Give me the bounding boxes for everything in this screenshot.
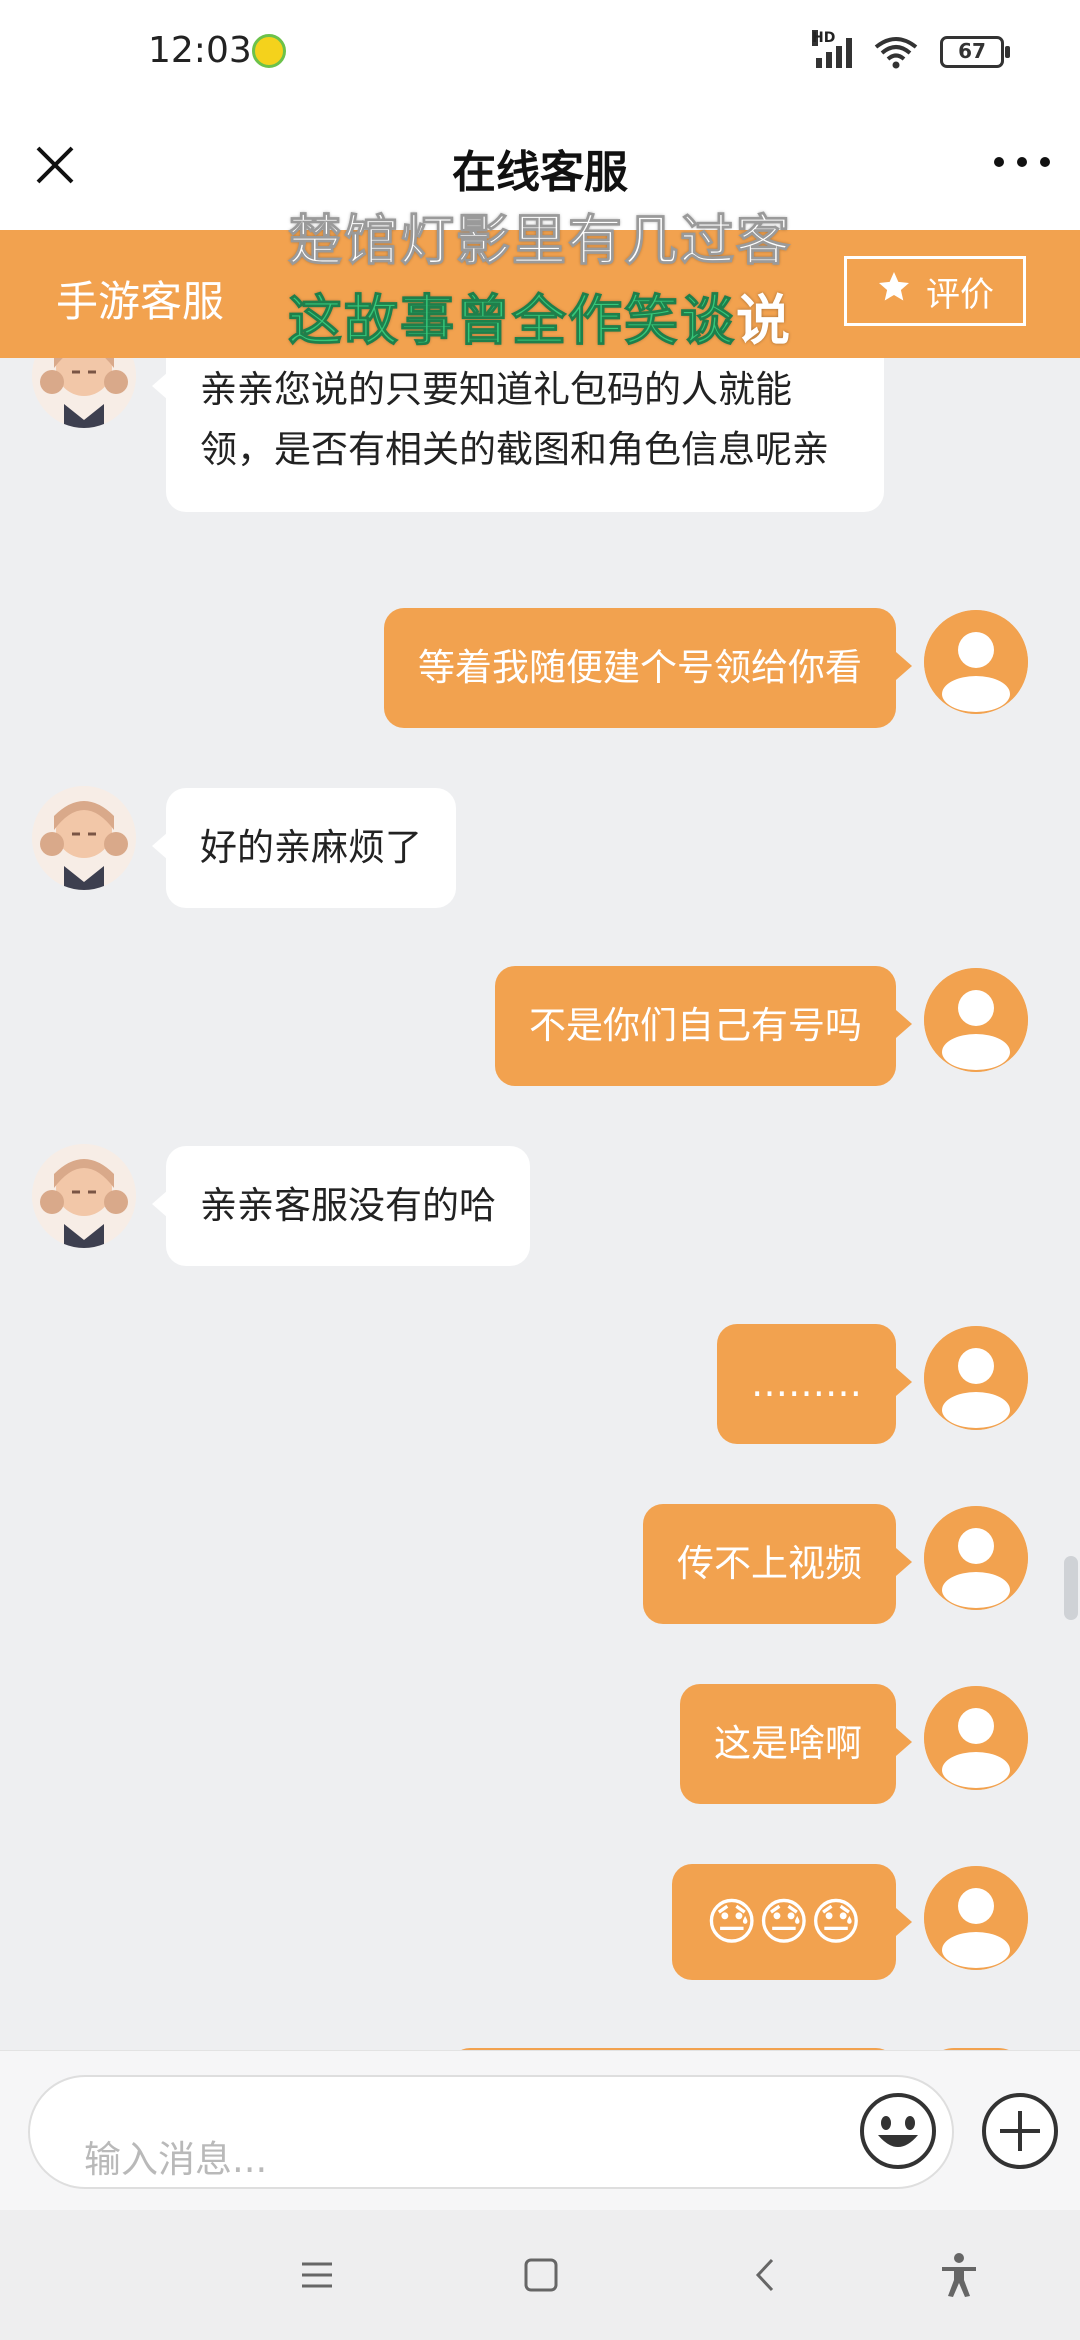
message-bubble-user: 不是你们自己有号吗	[495, 966, 912, 1086]
music-app-icon	[252, 34, 286, 68]
message-bubble-agent: 好的亲麻烦了	[152, 788, 456, 908]
message-bubble-user: 😓😓😓	[671, 1864, 913, 1980]
network-badge: HD	[812, 30, 836, 46]
agent-avatar	[32, 358, 136, 428]
lyric-line-2: 这故事曾全作笑谈说	[0, 276, 1080, 355]
lyric-line-1: 楚馆灯影里有几过客	[288, 209, 792, 273]
status-indicators: HD 67	[812, 30, 1010, 72]
message-bubble-agent: 亲亲客服没有的哈	[152, 1146, 530, 1266]
home-icon[interactable]	[516, 2250, 566, 2300]
navigation-bar	[0, 2210, 1080, 2340]
lyric-rest: 说	[736, 289, 792, 352]
accessibility-icon[interactable]	[934, 2250, 984, 2300]
input-placeholder: 输入消息...	[84, 2138, 268, 2181]
message-bubble-agent: 亲亲您说的只要知道礼包码的人就能领，是否有相关的截图和角色信息呢亲	[152, 358, 884, 512]
agent-avatar	[32, 786, 136, 890]
agent-avatar	[32, 1144, 136, 1248]
scrollbar[interactable]	[1064, 1556, 1078, 1620]
message-bubble-user: ………	[717, 1324, 912, 1444]
user-avatar	[924, 968, 1028, 1072]
emoji-icon[interactable]	[858, 2091, 938, 2171]
user-avatar	[924, 610, 1028, 714]
wifi-icon	[874, 35, 918, 69]
message-bubble-user: 这是啥啊	[680, 1684, 912, 1804]
lyric-highlight: 这故事曾全作笑谈	[288, 289, 736, 353]
user-avatar	[924, 1686, 1028, 1790]
input-bar: 输入消息...	[0, 2050, 1080, 2210]
message-bubble-user: 等着我随便建个号领给你看	[384, 608, 912, 728]
message-bubble-user: 传不上视频	[643, 1504, 912, 1624]
more-icon[interactable]	[994, 152, 1050, 172]
message-input[interactable]: 输入消息...	[28, 2075, 954, 2189]
user-avatar	[924, 1866, 1028, 1970]
user-avatar	[924, 1506, 1028, 1610]
chat-area[interactable]: 亲亲您说的只要知道礼包码的人就能领，是否有相关的截图和角色信息呢亲 等着我随便建…	[0, 358, 1080, 2050]
back-icon[interactable]	[742, 2250, 792, 2300]
page-title: 在线客服	[452, 147, 628, 198]
battery-level: 67	[958, 39, 986, 63]
status-bar: 12:03 HD 67	[0, 0, 1080, 110]
user-avatar	[924, 1326, 1028, 1430]
menu-icon[interactable]	[292, 2250, 342, 2300]
add-icon[interactable]	[980, 2091, 1060, 2171]
signal-icon: HD	[812, 30, 852, 68]
battery-icon: 67	[940, 36, 1010, 68]
status-time: 12:03	[148, 30, 252, 71]
